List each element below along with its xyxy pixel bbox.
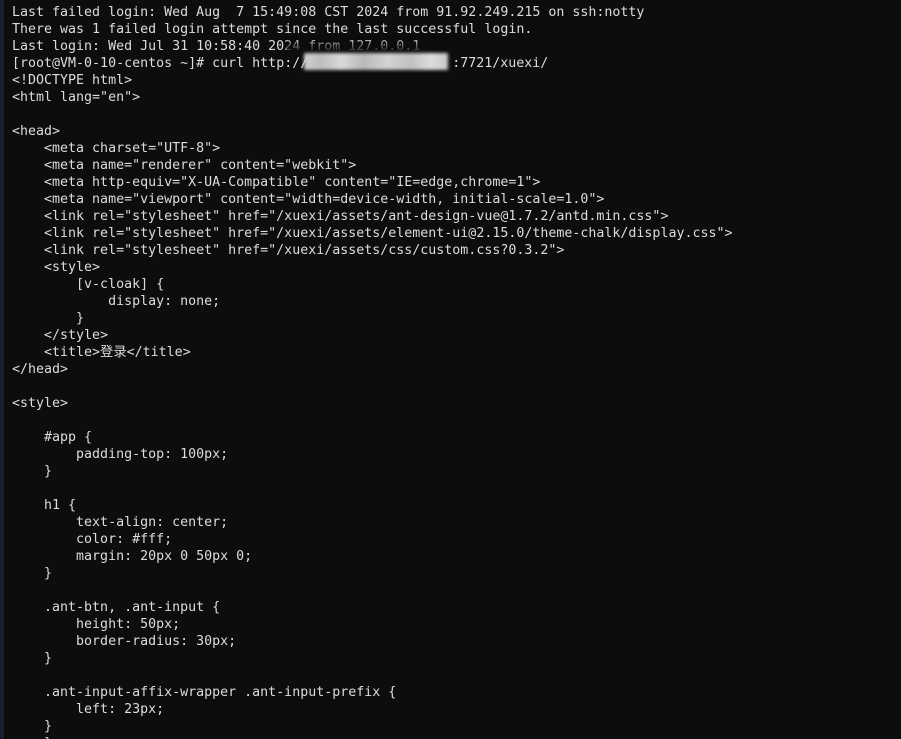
output-line: <link rel="stylesheet" href="/xuexi/asse…	[12, 209, 669, 224]
output-line: <title>登录</title>	[12, 345, 191, 360]
output-line: <meta charset="UTF-8">	[12, 141, 221, 156]
login-banner-failed-login: Last failed login: Wed Aug 7 15:49:08 CS…	[12, 5, 645, 20]
output-line: <link rel="stylesheet" href="/xuexi/asse…	[12, 226, 733, 241]
output-line: <meta name="viewport" content="width=dev…	[12, 192, 605, 207]
output-line: .ant-input-affix-wrapper .ant-input-pref…	[12, 685, 397, 700]
output-line: #app {	[12, 430, 93, 445]
output-line: .ant-btn, .ant-input {	[12, 600, 221, 615]
output-line: h1 {	[12, 498, 77, 513]
command-head: curl http://	[204, 56, 309, 71]
output-line: [v-cloak] {	[12, 277, 165, 292]
output-line: }	[12, 735, 901, 739]
shell-prompt-line: [root@VM-0-10-centos ~]# curl http:// :77…	[12, 55, 901, 72]
command-output: <!DOCTYPE html> <html lang="en"> <head> <…	[12, 72, 901, 739]
output-line: left: 23px;	[12, 702, 165, 717]
output-line: }	[12, 566, 53, 581]
output-line: <html lang="en">	[12, 90, 141, 105]
output-line: }	[12, 651, 53, 666]
login-banner-last-login: Last login: Wed Jul 31 10:58:40 2024 fro…	[12, 39, 421, 54]
command-tail: :7721/xuexi/	[452, 56, 549, 71]
output-line: display: none;	[12, 294, 221, 309]
output-line: <style>	[12, 260, 101, 275]
output-line: height: 50px;	[12, 617, 181, 632]
terminal-window: Last failed login: Wed Aug 7 15:49:08 CS…	[0, 0, 901, 739]
output-line: margin: 20px 0 50px 0;	[12, 549, 253, 564]
output-line: <link rel="stylesheet" href="/xuexi/asse…	[12, 243, 565, 258]
output-line: </head>	[12, 362, 69, 377]
output-line: <head>	[12, 124, 61, 139]
output-line: }	[12, 464, 53, 479]
output-line: <style>	[12, 396, 69, 411]
terminal-screen[interactable]: Last failed login: Wed Aug 7 15:49:08 CS…	[4, 0, 901, 739]
output-line: </style>	[12, 328, 109, 343]
output-line: <!DOCTYPE html>	[12, 73, 133, 88]
output-line: }	[12, 719, 53, 734]
output-line: padding-top: 100px;	[12, 447, 229, 462]
prompt-string: [root@VM-0-10-centos ~]#	[12, 56, 205, 71]
login-banner-failed-attempts: There was 1 failed login attempt since t…	[12, 22, 533, 37]
output-line: <meta http-equiv="X-UA-Compatible" conte…	[12, 175, 541, 190]
output-line: border-radius: 30px;	[12, 634, 237, 649]
output-line: color: #fff;	[12, 532, 173, 547]
output-line: <meta name="renderer" content="webkit">	[12, 158, 357, 173]
output-line: }	[12, 311, 85, 326]
output-line: text-align: center;	[12, 515, 229, 530]
